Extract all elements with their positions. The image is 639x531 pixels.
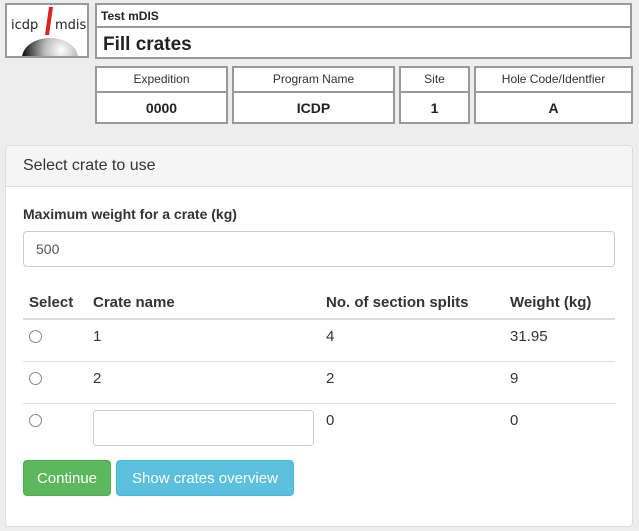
icdp-mdis-logo: icdp mdis [5, 3, 89, 58]
section-splits: 2 [320, 361, 504, 404]
page-title: Fill crates [103, 34, 192, 55]
max-weight-label: Maximum weight for a crate (kg) [23, 206, 237, 222]
info-label: Program Name [234, 68, 393, 93]
crate-name: 2 [87, 361, 320, 404]
select-radio[interactable] [29, 414, 42, 427]
info-value: 0000 [145, 100, 178, 116]
info-label: Hole Code/Identfier [476, 68, 631, 93]
select-radio[interactable] [29, 372, 42, 385]
info-site: Site 1 [399, 66, 470, 124]
crates-table: Select Crate name No. of section splits … [23, 286, 615, 454]
header-divider [97, 26, 630, 28]
section-splits: 4 [326, 328, 335, 345]
logo-text-mdis: mdis [55, 18, 87, 33]
column-header-select: Select [23, 286, 87, 320]
table-row: 0 0 [23, 403, 615, 454]
select-crate-panel: Select crate to use Maximum weight for a… [5, 145, 633, 527]
panel-title: Select crate to use [6, 146, 632, 187]
crate-weight: 31.95 [510, 328, 548, 345]
logo-dome-icon [22, 38, 78, 56]
info-program-name: Program Name ICDP [232, 66, 395, 124]
new-crate-name-input[interactable] [93, 410, 314, 446]
logo-bar-icon [45, 7, 53, 35]
crate-weight: 0 [504, 403, 615, 454]
show-crates-overview-button[interactable]: Show crates overview [116, 460, 294, 496]
info-label: Site [401, 68, 468, 93]
table-row: 2 2 9 [23, 361, 615, 404]
page-header: Test mDIS Fill crates [95, 3, 632, 59]
app-name: Test mDIS [101, 9, 159, 23]
crate-name: 1 [93, 328, 102, 345]
section-splits: 0 [320, 403, 504, 454]
column-header-crate-name: Crate name [87, 286, 320, 320]
max-weight-input[interactable] [23, 231, 615, 267]
table-header-row: Select Crate name No. of section splits … [23, 286, 615, 320]
info-expedition: Expedition 0000 [95, 66, 228, 124]
column-header-splits: No. of section splits [320, 286, 504, 320]
table-row: 1 4 31.95 [23, 319, 615, 362]
logo-text-icdp: icdp [11, 18, 39, 33]
info-value: 1 [430, 100, 439, 116]
info-value: ICDP [296, 100, 331, 116]
info-hole-code: Hole Code/Identfier A [474, 66, 633, 124]
info-value: A [548, 100, 559, 116]
continue-button[interactable]: Continue [23, 460, 111, 496]
info-label: Expedition [97, 68, 226, 93]
select-radio[interactable] [29, 330, 42, 343]
crate-weight: 9 [504, 361, 615, 404]
column-header-weight: Weight (kg) [504, 286, 615, 320]
